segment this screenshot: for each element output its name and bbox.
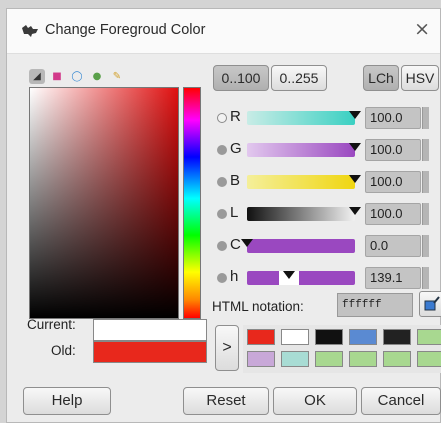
channel-slider-h[interactable]	[247, 271, 355, 285]
channel-label-g: G	[230, 140, 242, 157]
channel-value-g[interactable]: 100.0	[365, 139, 421, 161]
slider-handle-h[interactable]	[282, 271, 295, 279]
history-swatch[interactable]	[349, 351, 377, 367]
channel-value-l[interactable]: 100.0	[365, 203, 421, 225]
history-swatch[interactable]	[247, 351, 275, 367]
eyedropper-icon	[424, 296, 440, 311]
range-0-255-button[interactable]: 0..255	[271, 65, 327, 91]
history-swatch[interactable]	[417, 351, 441, 367]
channel-label-l: L	[230, 204, 239, 221]
channel-radio-b[interactable]	[217, 177, 227, 187]
channel-value-h[interactable]: 139.1	[365, 267, 421, 289]
channel-slider-c[interactable]	[247, 239, 355, 253]
current-label: Current:	[27, 317, 76, 332]
channel-spin-g[interactable]	[422, 139, 429, 161]
channel-slider-g[interactable]	[247, 143, 355, 157]
channel-radio-h[interactable]	[217, 273, 227, 283]
help-button[interactable]: Help	[23, 387, 111, 415]
history-swatch[interactable]	[247, 329, 275, 345]
color-selector-tabs: ◢ ■ ◯ ● ✎	[29, 69, 133, 85]
color-picker-button[interactable]	[419, 291, 441, 317]
gimp-logo-icon	[22, 25, 38, 37]
watercolor-selector-icon[interactable]: ●	[89, 69, 105, 84]
range-0-100-button[interactable]: 0..100	[213, 65, 269, 91]
current-color-swatch	[93, 319, 207, 341]
html-notation-input[interactable]: ffffff	[337, 293, 413, 317]
history-swatch[interactable]	[315, 329, 343, 345]
channel-value-c[interactable]: 0.0	[365, 235, 421, 257]
channel-spin-h[interactable]	[422, 267, 429, 289]
channel-radio-r[interactable]	[217, 113, 227, 123]
channel-label-r: R	[230, 108, 241, 125]
channel-label-c: C	[230, 236, 241, 253]
hsv-button[interactable]: HSV	[401, 65, 439, 91]
gimp-selector-icon[interactable]: ◢	[29, 69, 45, 84]
html-notation-label: HTML notation:	[212, 299, 304, 314]
ok-button[interactable]: OK	[273, 387, 357, 415]
wheel-selector-icon[interactable]: ◯	[69, 69, 85, 84]
channel-radio-l[interactable]	[217, 209, 227, 219]
hue-strip[interactable]	[183, 87, 201, 319]
slider-handle-g[interactable]	[349, 143, 361, 151]
channel-slider-r[interactable]	[247, 111, 355, 125]
channel-radio-g[interactable]	[217, 145, 227, 155]
channel-slider-l[interactable]	[247, 207, 355, 221]
channel-spin-c[interactable]	[422, 235, 429, 257]
history-swatch[interactable]	[281, 329, 309, 345]
old-color-swatch	[93, 341, 207, 363]
history-swatch[interactable]	[417, 329, 441, 345]
close-icon[interactable]: ×	[414, 19, 430, 39]
saturation-value-square[interactable]	[29, 87, 179, 319]
channel-value-b[interactable]: 100.0	[365, 171, 421, 193]
channel-slider-b[interactable]	[247, 175, 355, 189]
change-foreground-color-dialog: Change Foregroud Color × ◢ ■ ◯ ● ✎ 0..10…	[6, 8, 441, 423]
add-to-history-button[interactable]: >	[215, 325, 239, 371]
channel-radio-c[interactable]	[217, 241, 227, 251]
history-swatch[interactable]	[383, 329, 411, 345]
channel-label-h: h	[230, 268, 239, 285]
history-swatch[interactable]	[315, 351, 343, 367]
window-title: Change Foregroud Color	[45, 22, 206, 38]
channel-label-b: B	[230, 172, 241, 189]
cmyk-selector-icon[interactable]: ■	[49, 69, 65, 84]
history-swatch[interactable]	[281, 351, 309, 367]
history-swatch[interactable]	[383, 351, 411, 367]
color-history	[243, 325, 441, 373]
channel-spin-b[interactable]	[422, 171, 429, 193]
reset-button[interactable]: Reset	[183, 387, 269, 415]
slider-handle-b[interactable]	[349, 175, 361, 183]
history-swatch[interactable]	[349, 329, 377, 345]
channel-spin-l[interactable]	[422, 203, 429, 225]
title-bar: Change Foregroud Color ×	[7, 9, 440, 54]
channel-spin-r[interactable]	[422, 107, 429, 129]
channel-value-r[interactable]: 100.0	[365, 107, 421, 129]
slider-handle-l[interactable]	[349, 207, 361, 215]
cancel-button[interactable]: Cancel	[361, 387, 441, 415]
old-label: Old:	[51, 343, 76, 358]
lch-button[interactable]: LCh	[363, 65, 399, 91]
slider-handle-r[interactable]	[349, 111, 361, 119]
palette-selector-icon[interactable]: ✎	[109, 69, 125, 84]
slider-handle-c[interactable]	[241, 239, 253, 247]
